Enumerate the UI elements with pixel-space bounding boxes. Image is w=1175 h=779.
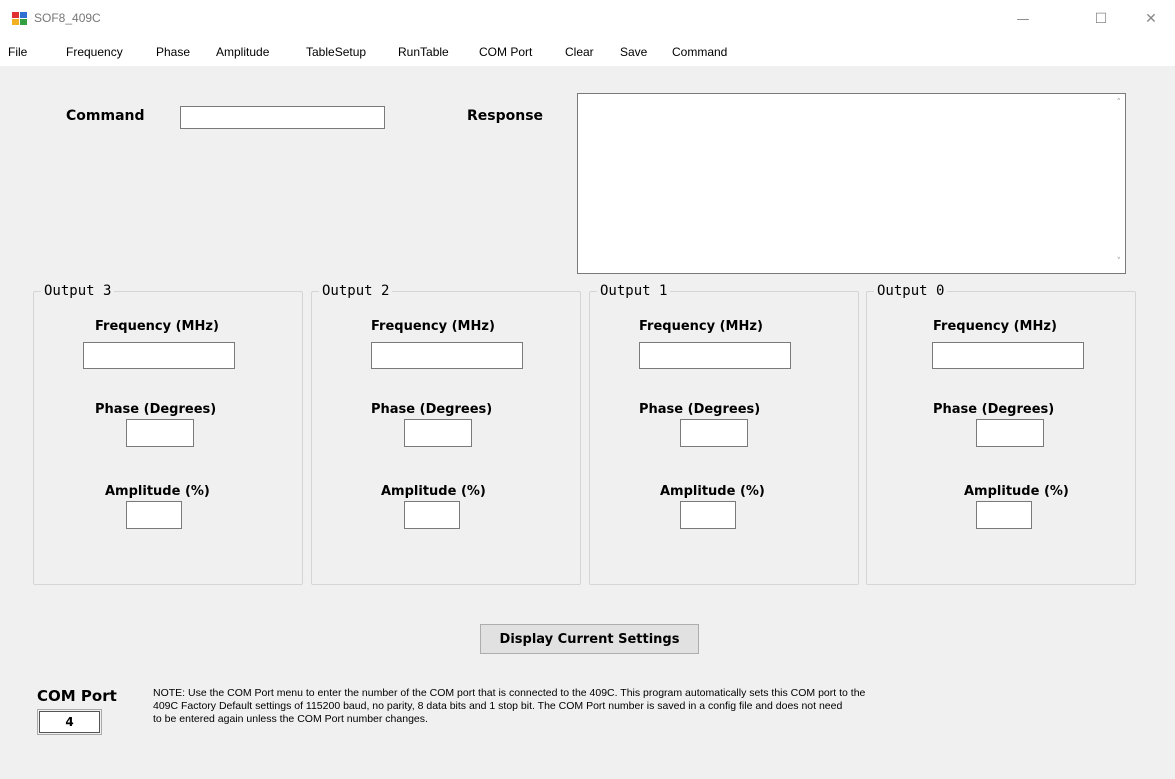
- display-current-settings-button[interactable]: Display Current Settings: [480, 624, 699, 654]
- menu-runtable[interactable]: RunTable: [398, 45, 449, 59]
- title-bar: SOF8_409C — ☐ ✕: [0, 0, 1175, 38]
- menu-file[interactable]: File: [8, 45, 27, 59]
- minimize-icon: —: [1016, 11, 1030, 27]
- com-port-value: 4: [37, 709, 102, 735]
- note-line: to be entered again unless the COM Port …: [153, 713, 428, 725]
- output-3-frequency-input[interactable]: [83, 342, 235, 369]
- output-1-phase-label: Phase (Degrees): [639, 402, 761, 417]
- output-2-phase-label: Phase (Degrees): [371, 402, 493, 417]
- output-0-title: Output 0: [874, 283, 948, 299]
- menu-amplitude[interactable]: Amplitude: [216, 45, 269, 59]
- menu-save[interactable]: Save: [620, 45, 647, 59]
- com-port-label: COM Port: [37, 687, 117, 705]
- output-3-frequency-label: Frequency (MHz): [95, 319, 219, 334]
- output-0-frequency-input[interactable]: [932, 342, 1084, 369]
- output-0-group: Output 0 Frequency (MHz) Phase (Degrees)…: [866, 283, 1136, 585]
- output-3-title: Output 3: [41, 283, 115, 299]
- output-0-frequency-label: Frequency (MHz): [933, 319, 1057, 334]
- app-icon: [12, 12, 28, 26]
- menu-com-port[interactable]: COM Port: [479, 45, 532, 59]
- note-line: NOTE: Use the COM Port menu to enter the…: [153, 687, 866, 699]
- output-0-phase-input[interactable]: [976, 419, 1044, 447]
- output-3-amplitude-input[interactable]: [126, 501, 182, 529]
- maximize-button[interactable]: ☐: [1078, 0, 1124, 38]
- scroll-down-icon[interactable]: ˅: [1117, 257, 1122, 267]
- output-2-phase-input[interactable]: [404, 419, 472, 447]
- output-1-amplitude-input[interactable]: [680, 501, 736, 529]
- output-1-frequency-label: Frequency (MHz): [639, 319, 763, 334]
- close-button[interactable]: ✕: [1128, 0, 1174, 38]
- response-label: Response: [467, 108, 544, 124]
- menu-phase[interactable]: Phase: [156, 45, 190, 59]
- output-2-frequency-input[interactable]: [371, 342, 523, 369]
- output-0-amplitude-label: Amplitude (%): [964, 484, 1069, 499]
- command-input[interactable]: [180, 106, 385, 129]
- menu-frequency[interactable]: Frequency: [66, 45, 123, 59]
- output-2-title: Output 2: [319, 283, 393, 299]
- output-1-amplitude-label: Amplitude (%): [660, 484, 765, 499]
- minimize-button[interactable]: —: [1000, 0, 1046, 38]
- menu-bar: File Frequency Phase Amplitude TableSetu…: [0, 38, 1175, 66]
- menu-clear[interactable]: Clear: [565, 45, 594, 59]
- output-1-group: Output 1 Frequency (MHz) Phase (Degrees)…: [589, 283, 859, 585]
- output-1-title: Output 1: [597, 283, 671, 299]
- maximize-icon: ☐: [1094, 11, 1108, 27]
- output-0-phase-label: Phase (Degrees): [933, 402, 1055, 417]
- output-2-group: Output 2 Frequency (MHz) Phase (Degrees)…: [311, 283, 581, 585]
- command-label: Command: [66, 108, 145, 124]
- output-3-phase-label: Phase (Degrees): [95, 402, 217, 417]
- menu-command[interactable]: Command: [672, 45, 727, 59]
- note-line: 409C Factory Default settings of 115200 …: [153, 700, 843, 712]
- scroll-up-icon[interactable]: ˄: [1117, 98, 1122, 108]
- output-3-amplitude-label: Amplitude (%): [105, 484, 210, 499]
- output-3-phase-input[interactable]: [126, 419, 194, 447]
- output-0-amplitude-input[interactable]: [976, 501, 1032, 529]
- close-icon: ✕: [1145, 11, 1157, 27]
- output-1-phase-input[interactable]: [680, 419, 748, 447]
- output-2-amplitude-input[interactable]: [404, 501, 460, 529]
- output-2-amplitude-label: Amplitude (%): [381, 484, 486, 499]
- menu-tablesetup[interactable]: TableSetup: [306, 45, 366, 59]
- window-title: SOF8_409C: [34, 11, 101, 25]
- note-text: NOTE: Use the COM Port menu to enter the…: [153, 687, 1033, 726]
- output-1-frequency-input[interactable]: [639, 342, 791, 369]
- output-3-group: Output 3 Frequency (MHz) Phase (Degrees)…: [33, 283, 303, 585]
- response-textarea[interactable]: ˄ ˅: [577, 93, 1126, 274]
- output-2-frequency-label: Frequency (MHz): [371, 319, 495, 334]
